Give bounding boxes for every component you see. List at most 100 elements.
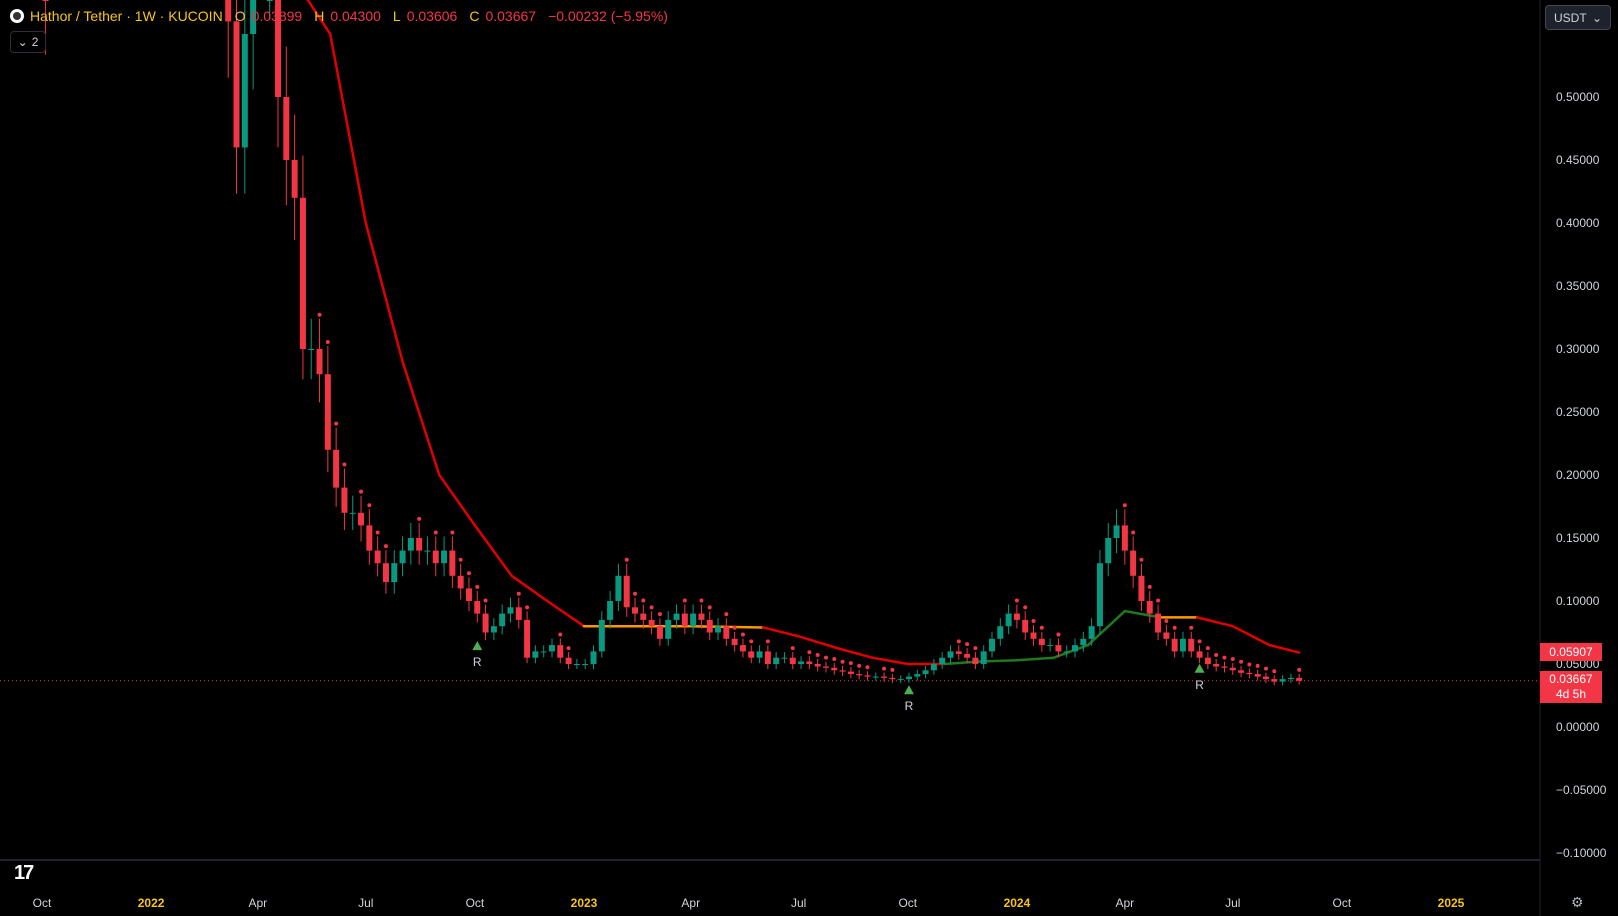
- x-tick-label: Jul: [358, 896, 373, 910]
- tradingview-logo-icon[interactable]: 17: [14, 862, 34, 885]
- candle-body: [814, 664, 821, 667]
- candle-body: [930, 664, 937, 671]
- candle-body: [1279, 679, 1286, 682]
- close-label: C: [469, 8, 480, 24]
- x-tick-label: Apr: [681, 896, 700, 910]
- trail-dot: [317, 312, 322, 317]
- trail-dot: [1239, 659, 1244, 664]
- candle-body: [731, 638, 738, 646]
- candle-body: [1213, 664, 1220, 667]
- candle-body: [590, 651, 597, 664]
- candle-body: [1229, 667, 1236, 671]
- candle-body: [548, 645, 555, 652]
- trail-dot: [1297, 667, 1302, 672]
- trail-dot: [1031, 618, 1036, 623]
- x-tick-label: 2023: [571, 896, 598, 910]
- y-tick-label: −0.10000: [1556, 846, 1607, 860]
- candle-body: [1254, 674, 1261, 677]
- trail-dot: [790, 646, 795, 651]
- price-chart[interactable]: 0.50000 0.45000 0.40000 0.35000 0.30000 0.250…: [0, 0, 1618, 916]
- candle-body: [1047, 645, 1054, 647]
- trail-dot: [1272, 669, 1277, 674]
- symbol-legend[interactable]: Hathor / Tether · 1W · KUCOIN O 0.03899 H…: [10, 8, 668, 24]
- trail-dot: [1255, 663, 1260, 668]
- candle-body: [540, 651, 547, 653]
- y-tick-label: 0.10000: [1556, 594, 1600, 608]
- trail-dot: [1247, 662, 1252, 667]
- indicator-count: 2: [31, 35, 39, 49]
- bar-countdown: 4d 5h: [1555, 687, 1587, 701]
- indicators-toggle-button[interactable]: ⌄ 2: [10, 31, 46, 53]
- candle-body: [399, 550, 406, 564]
- symbol-title[interactable]: Hathor / Tether · 1W · KUCOIN: [30, 8, 223, 24]
- trail-dot: [1156, 598, 1161, 603]
- candle-body: [515, 607, 522, 620]
- trail-dot: [1164, 618, 1169, 623]
- trail-dot: [823, 655, 828, 660]
- candle-body: [1130, 550, 1137, 576]
- trail-dot: [633, 591, 638, 596]
- marker-label: R: [473, 655, 482, 669]
- candle-body: [615, 575, 622, 601]
- trail-dot: [558, 632, 563, 637]
- x-tick-label: Oct: [898, 896, 917, 910]
- candle-body: [681, 613, 688, 627]
- trail-dot: [807, 650, 812, 655]
- candle-body: [881, 676, 888, 678]
- candle-body: [939, 657, 946, 664]
- settings-gear-icon[interactable]: ⚙: [1571, 894, 1584, 911]
- trail-dot: [475, 584, 480, 589]
- trail-dot: [707, 605, 712, 610]
- close-value: 0.03667: [485, 8, 537, 24]
- trail-dot: [765, 639, 770, 644]
- candle-body: [598, 619, 605, 652]
- candle-body: [922, 670, 929, 675]
- x-tick-label: Apr: [1115, 896, 1134, 910]
- candle-body: [914, 674, 921, 677]
- trail-dot: [525, 605, 530, 610]
- candle-body: [831, 667, 838, 671]
- candle-body: [366, 525, 373, 551]
- candle-body: [457, 575, 464, 589]
- candle-body: [648, 619, 655, 627]
- candle-body: [573, 664, 580, 665]
- chevron-down-icon: ⌄: [1591, 10, 1602, 25]
- currency-selector[interactable]: USDT ⌄: [1545, 5, 1611, 30]
- trail-dot: [624, 557, 629, 562]
- candle-body: [822, 666, 829, 668]
- trail-dot: [657, 612, 662, 617]
- candle-body: [748, 651, 755, 658]
- sell-cross-marker: ×: [1121, 521, 1129, 537]
- candle-body: [241, 34, 248, 148]
- candle-body: [690, 613, 697, 627]
- trail-dot: [815, 652, 820, 657]
- trail-dot: [1222, 655, 1227, 660]
- indicator-price-value: 0.05907: [1549, 645, 1593, 659]
- change-value: −0.00232 (−5.95%): [548, 8, 668, 24]
- candle-body: [266, 0, 273, 1]
- last-price-value: 0.03667: [1549, 672, 1593, 686]
- candle-body: [1204, 657, 1211, 664]
- candle-body: [1221, 666, 1228, 668]
- trail-dot: [724, 612, 729, 617]
- candle-body: [407, 538, 414, 551]
- candle-body: [1063, 651, 1070, 653]
- trail-dot: [1230, 657, 1235, 662]
- candle-body: [872, 676, 879, 678]
- candle-body: [391, 563, 398, 583]
- trail-dot: [1039, 625, 1044, 630]
- candle-body: [955, 651, 962, 654]
- trail-dot: [973, 646, 978, 651]
- candle-body: [1146, 601, 1153, 614]
- candle-body: [698, 613, 705, 620]
- y-tick-label: 0.40000: [1556, 216, 1600, 230]
- candle-body: [1005, 613, 1012, 627]
- candle-body: [308, 349, 315, 350]
- trail-dot: [1172, 625, 1177, 630]
- trail-dot: [1056, 632, 1061, 637]
- x-tick-label: Jul: [791, 896, 806, 910]
- coin-logo-icon: [10, 9, 24, 23]
- candle-body: [1238, 670, 1245, 673]
- trail-dot: [433, 530, 438, 535]
- candle-body: [764, 651, 771, 664]
